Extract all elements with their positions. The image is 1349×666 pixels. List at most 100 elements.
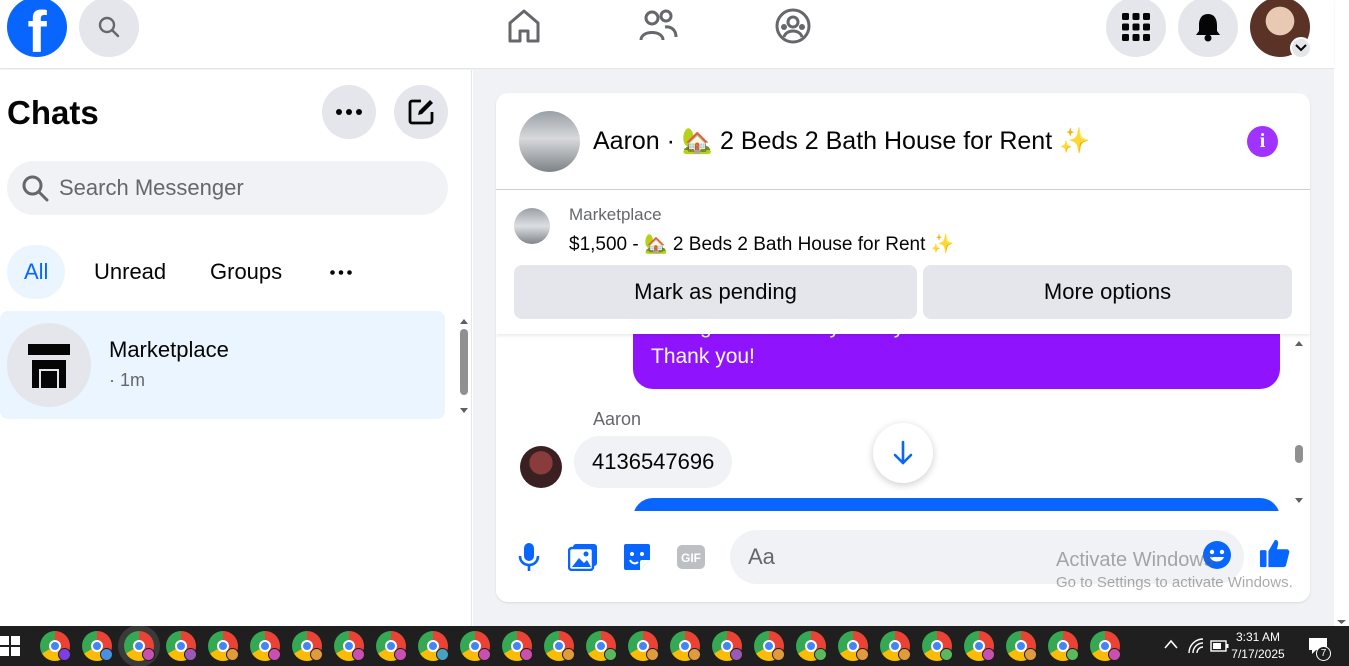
listing-title[interactable]: $1,500 - 🏡 2 Beds 2 Bath House for Rent … [569, 232, 954, 256]
marketplace-avatar [7, 323, 91, 407]
tab-unread[interactable]: Unread [77, 245, 183, 299]
message-composer: GIF Aa Activate Windows Go to Settings t… [496, 511, 1310, 602]
taskbar-chrome-icon[interactable] [334, 631, 365, 661]
taskbar-chrome-icon[interactable] [460, 631, 491, 661]
friends-nav-button[interactable] [638, 6, 678, 46]
taskbar-chrome-icon[interactable] [922, 631, 953, 661]
taskbar-chrome-icon[interactable] [1090, 631, 1121, 661]
info-icon[interactable]: i [1247, 126, 1278, 157]
clock-time: 3:31 AM [1235, 630, 1281, 644]
taskbar-clock[interactable]: 3:31 AM 7/17/2025 [1230, 629, 1286, 663]
more-horizontal-icon [336, 109, 362, 115]
thumbs-up-icon [1259, 539, 1290, 568]
battery-icon[interactable] [1210, 639, 1230, 653]
home-icon [508, 9, 540, 43]
chat-name: Marketplace [109, 337, 229, 362]
scroll-to-bottom-button[interactable] [873, 423, 933, 483]
taskbar-chrome-icon[interactable] [502, 631, 533, 661]
taskbar-chrome-icon[interactable] [418, 631, 449, 661]
attach-photo-button[interactable] [567, 541, 599, 573]
listing-thumbnail[interactable] [514, 208, 550, 244]
tab-more-button[interactable] [313, 245, 369, 299]
taskbar-chrome-icon[interactable] [670, 631, 701, 661]
notifications-button[interactable] [1178, 0, 1238, 57]
conversation-avatar[interactable] [519, 111, 580, 172]
taskbar-chrome-icon[interactable] [1048, 631, 1079, 661]
voice-clip-button[interactable] [513, 541, 545, 573]
notification-count-badge: 7 [1316, 646, 1331, 661]
taskbar-chrome-icon[interactable] [544, 631, 575, 661]
taskbar-chrome-icon[interactable] [754, 631, 785, 661]
gif-icon: GIF [677, 545, 705, 569]
taskbar-chrome-icon[interactable] [628, 631, 659, 661]
chat-list-item-marketplace[interactable]: Marketplace · 1m [0, 311, 445, 419]
chat-timestamp: · 1m [109, 370, 145, 390]
top-navigation-bar: f [0, 0, 1334, 69]
taskbar-chrome-icon[interactable] [796, 631, 827, 661]
taskbar-chrome-icon[interactable] [82, 631, 113, 661]
search-button[interactable] [79, 0, 139, 57]
chat-list-scrollbar[interactable] [458, 317, 470, 415]
search-input[interactable]: Search Messenger [59, 175, 244, 201]
taskbar-chrome-icon[interactable] [208, 631, 239, 661]
gif-button[interactable]: GIF [675, 541, 707, 573]
svg-text:GIF: GIF [681, 551, 701, 565]
taskbar-chrome-icon[interactable] [250, 631, 281, 661]
taskbar-chrome-icon[interactable] [586, 631, 617, 661]
new-message-button[interactable] [394, 85, 448, 139]
chats-title: Chats [7, 94, 99, 131]
message-text-line: Thank you! [651, 345, 755, 368]
taskbar-chrome-icon[interactable] [1006, 631, 1037, 661]
clock-date: 7/17/2025 [1231, 647, 1285, 661]
more-horizontal-icon [330, 269, 352, 275]
sender-avatar[interactable] [520, 446, 562, 488]
taskbar-chrome-icon[interactable] [40, 631, 71, 661]
messages-scrollbar[interactable] [1292, 338, 1306, 508]
search-messenger-field[interactable]: Search Messenger [7, 161, 448, 215]
taskbar-chrome-icon[interactable] [964, 631, 995, 661]
photo-icon [568, 544, 597, 571]
sticker-icon [624, 544, 650, 570]
taskbar-chrome-icon[interactable] [838, 631, 869, 661]
conversation-card: Aaron · 🏡 2 Beds 2 Bath House for Rent ✨… [496, 93, 1310, 602]
conversation-header: Aaron · 🏡 2 Beds 2 Bath House for Rent ✨… [496, 93, 1310, 190]
friends-icon [639, 9, 678, 41]
marketplace-label: Marketplace [569, 205, 662, 224]
facebook-logo[interactable]: f [7, 0, 67, 57]
microphone-icon [518, 543, 540, 571]
taskbar-chrome-icon[interactable] [880, 631, 911, 661]
groups-icon [775, 8, 811, 44]
network-icon[interactable] [1188, 638, 1204, 654]
compose-icon [408, 99, 434, 125]
arrow-down-icon [893, 440, 913, 465]
taskbar-chrome-icon[interactable] [124, 631, 155, 661]
account-menu-button[interactable] [1290, 37, 1312, 59]
tab-all[interactable]: All [7, 245, 66, 299]
search-icon [22, 175, 49, 202]
groups-nav-button[interactable] [773, 6, 813, 46]
storefront-icon [28, 344, 70, 388]
windows-start-icon[interactable] [0, 636, 20, 656]
menu-grid-icon [1122, 13, 1150, 41]
sender-name: Aaron [593, 409, 642, 429]
home-nav-button[interactable] [504, 6, 544, 46]
bell-icon [1196, 14, 1220, 42]
windows-taskbar: 3:31 AM 7/17/2025 7 [0, 626, 1349, 666]
taskbar-chrome-icon[interactable] [376, 631, 407, 661]
chats-sidebar: Chats Search Messenger All Unread Groups… [0, 70, 472, 626]
taskbar-chrome-icon[interactable] [166, 631, 197, 661]
taskbar-chrome-icon[interactable] [292, 631, 323, 661]
menu-button[interactable] [1106, 0, 1166, 57]
activate-windows-watermark: Activate Windows [1056, 549, 1214, 571]
chevron-up-icon[interactable] [1164, 639, 1178, 649]
chevron-down-icon [1295, 44, 1307, 52]
mark-as-pending-button[interactable]: Mark as pending [514, 265, 917, 319]
more-options-button[interactable]: More options [923, 265, 1292, 319]
send-like-button[interactable] [1259, 537, 1291, 569]
page-scrollbar[interactable] [1334, 70, 1349, 626]
chat-options-button[interactable] [322, 85, 376, 139]
taskbar-chrome-icon[interactable] [712, 631, 743, 661]
conversation-title[interactable]: Aaron · 🏡 2 Beds 2 Bath House for Rent ✨ [593, 127, 1090, 156]
tab-groups[interactable]: Groups [193, 245, 299, 299]
sticker-button[interactable] [621, 541, 653, 573]
